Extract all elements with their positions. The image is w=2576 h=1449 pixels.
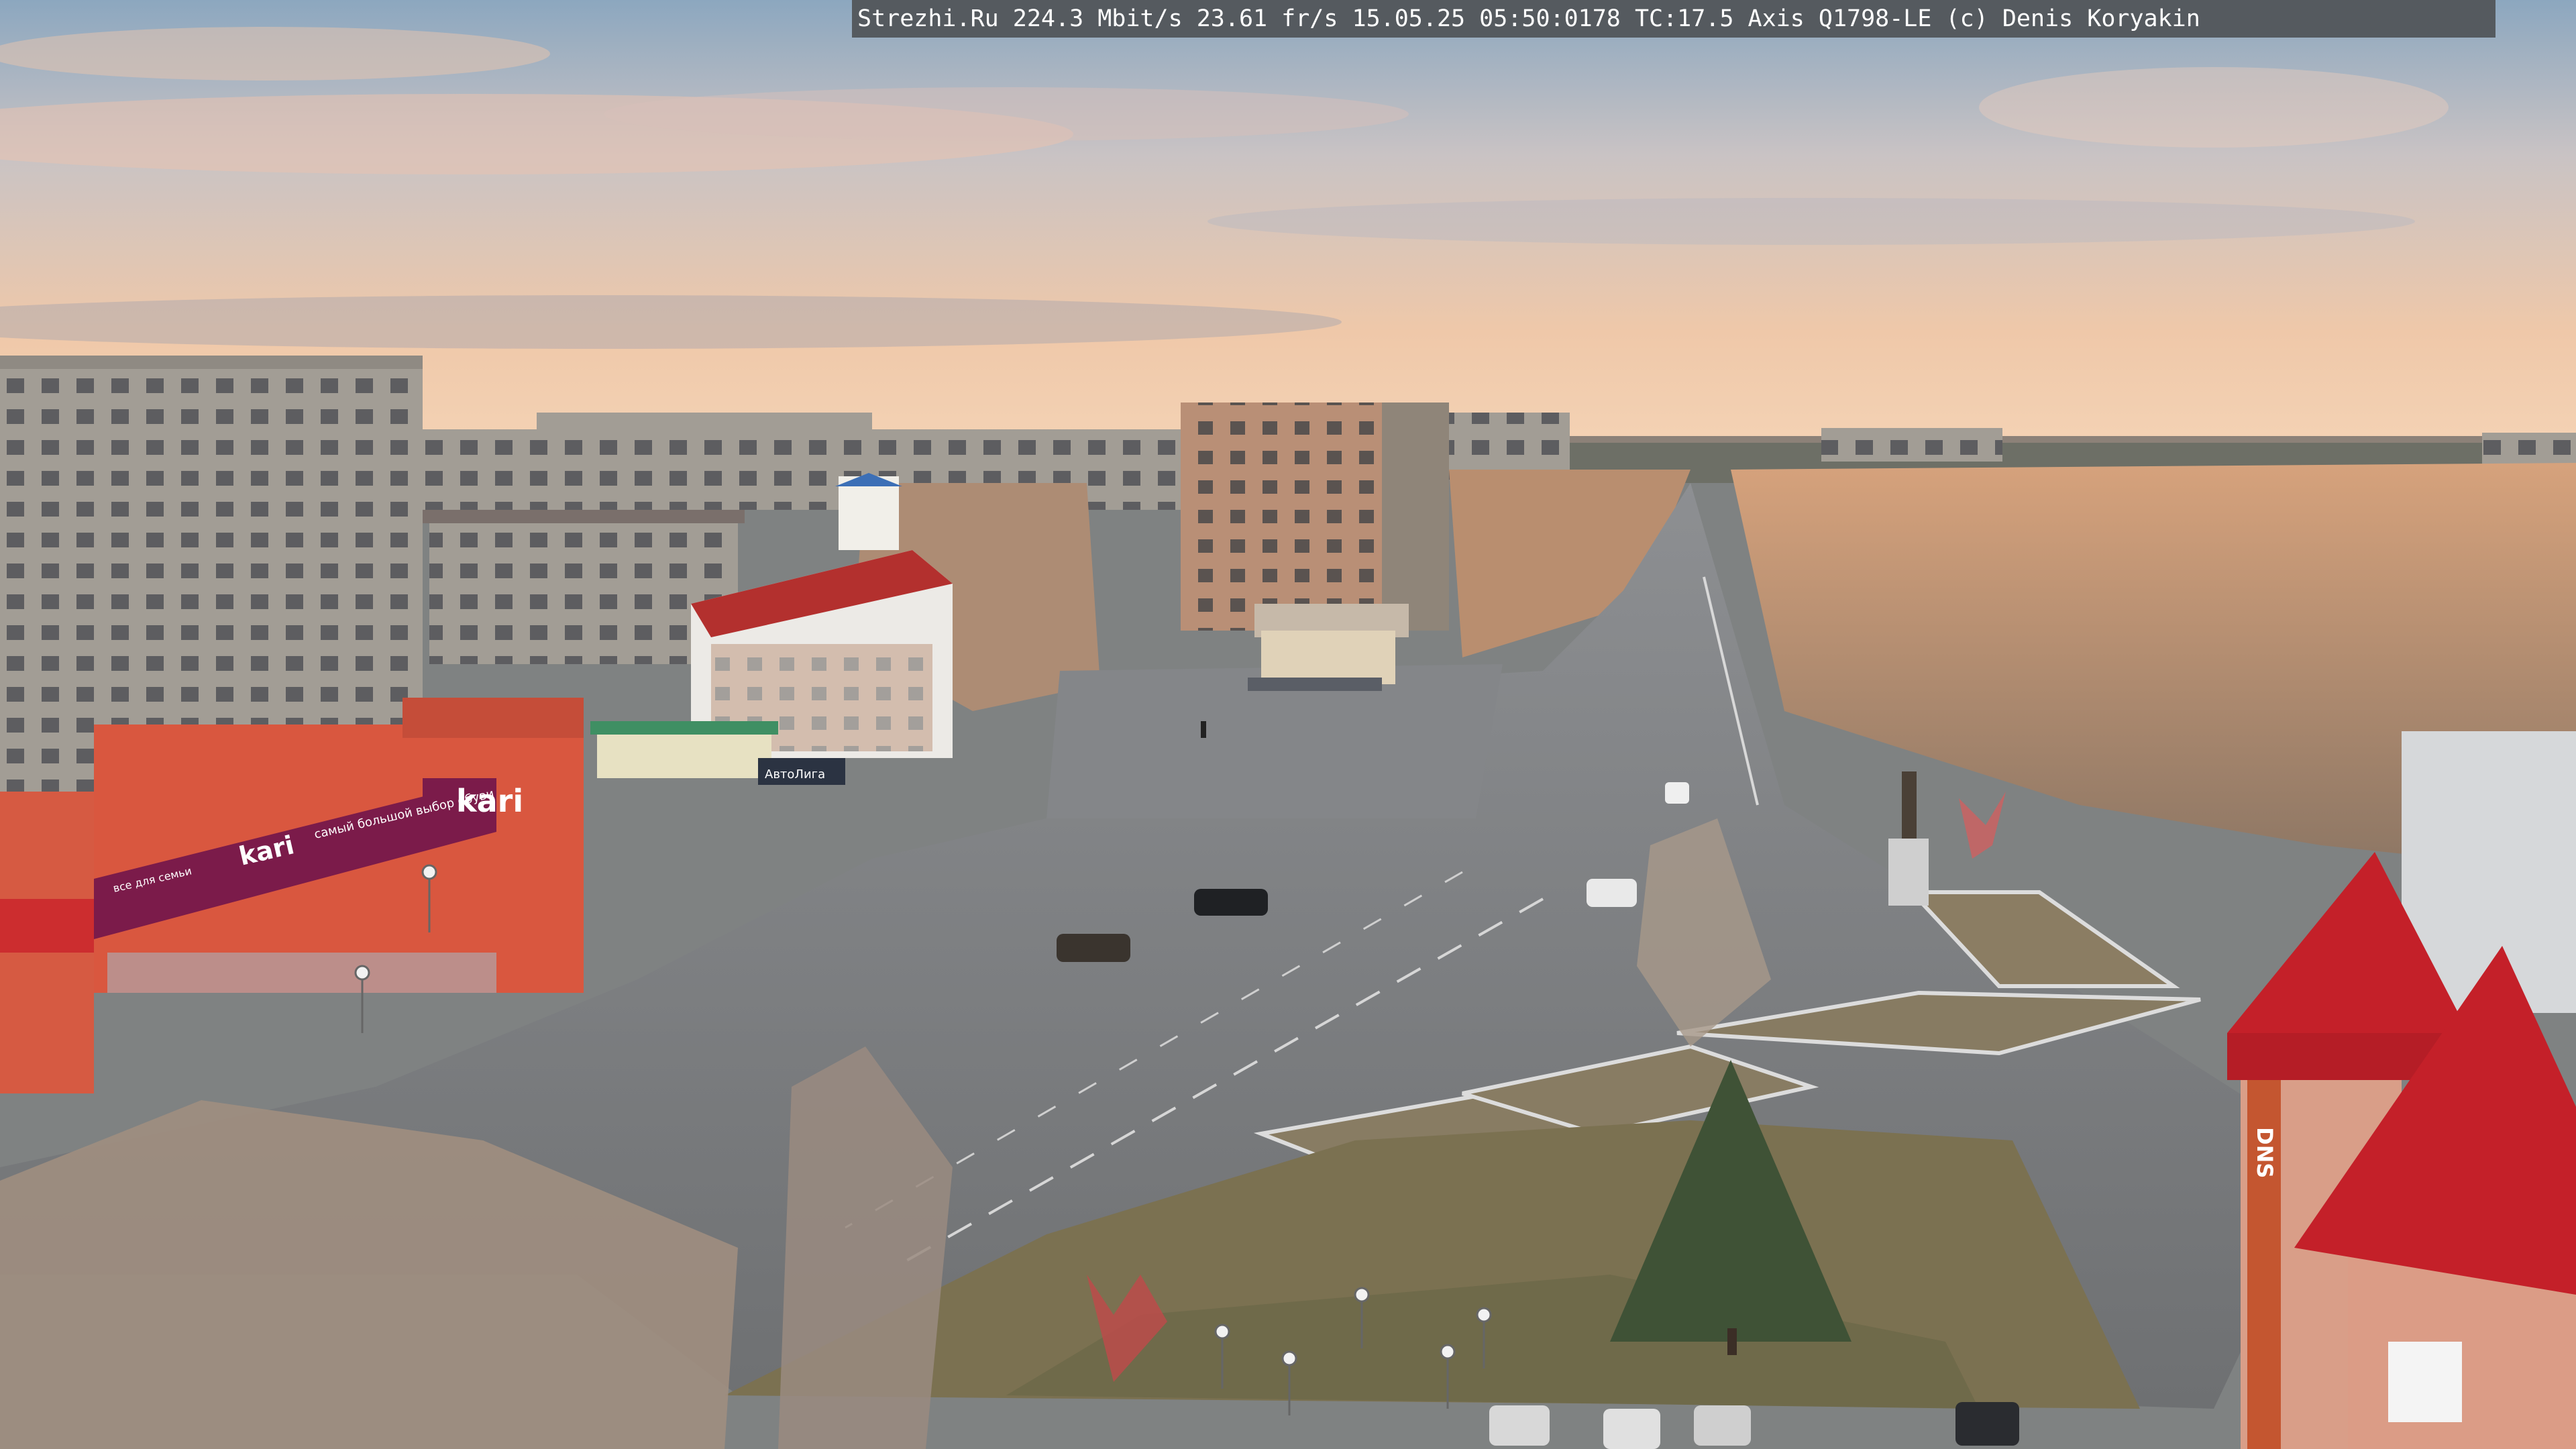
car-parked-4: [1955, 1402, 2019, 1446]
autoliga-sign: АвтоЛига: [765, 767, 825, 782]
dns-store-building: DNS: [2227, 731, 2576, 1449]
car-parked-3: [1694, 1405, 1751, 1446]
pedestrian: [1201, 721, 1206, 738]
dns-sign: DNS: [2252, 1127, 2277, 1178]
car-white-distant: [1665, 782, 1689, 804]
low-center-building: [1248, 631, 1395, 691]
camera-overlay-caption: Strezhi.Ru 224.3 Mbit/s 23.61 fr/s 15.05…: [852, 0, 2496, 38]
brick-tower-building: [1181, 402, 1449, 637]
car-parked-2: [1603, 1409, 1660, 1449]
webcam-scene: kari kari самый большой выбор обуви все …: [0, 0, 2576, 1449]
car-white-hatchback: [1587, 879, 1637, 907]
car-dark-suv: [1057, 934, 1130, 962]
monument: [1888, 771, 1929, 906]
car-black-sedan: [1194, 889, 1268, 916]
car-parked-1: [1489, 1405, 1550, 1446]
